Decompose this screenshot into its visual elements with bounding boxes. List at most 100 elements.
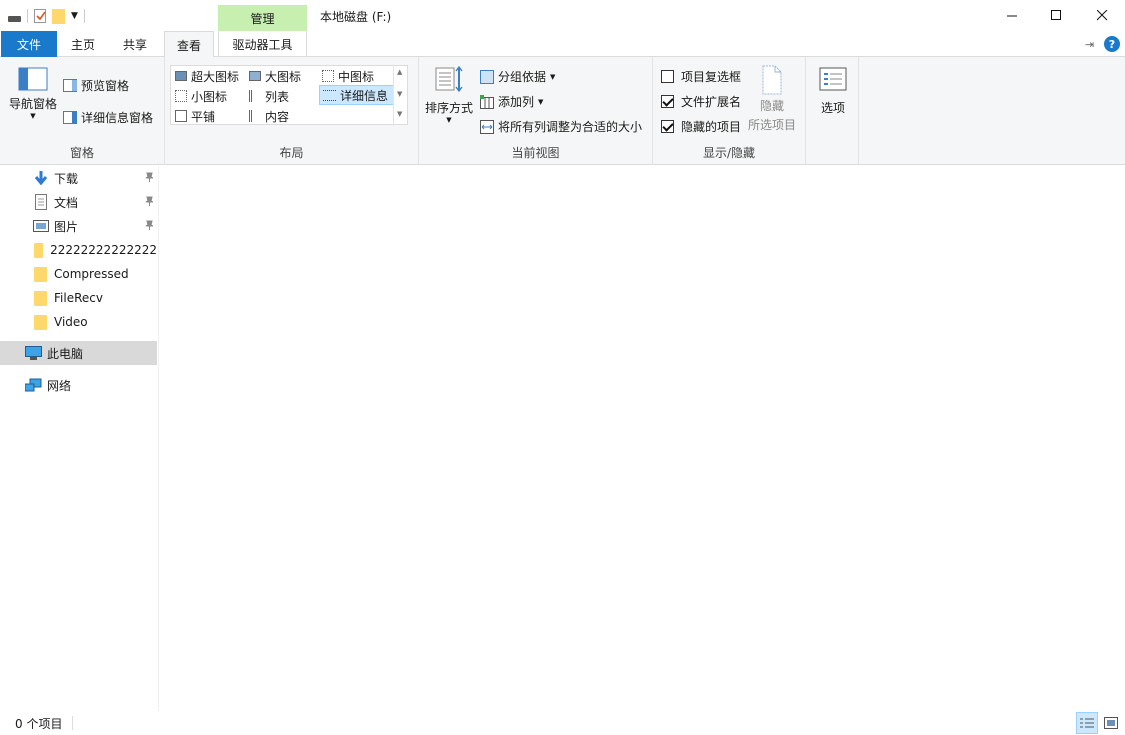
nav-item-network[interactable]: 网络	[0, 373, 157, 397]
nav-item-label: 文档	[54, 195, 79, 210]
large-icons-view-button[interactable]	[1100, 712, 1122, 734]
preview-pane-button[interactable]: 预览窗格	[63, 77, 129, 94]
nav-item-folder[interactable]: 22222222222222	[0, 238, 157, 262]
scroll-down-icon[interactable]: ▼	[397, 90, 402, 98]
tab-file[interactable]: 文件	[1, 31, 57, 57]
nav-pane-button[interactable]: 导航窗格 ▼	[8, 67, 58, 120]
new-folder-icon[interactable]	[52, 8, 65, 24]
layout-item-label: 中图标	[338, 69, 375, 84]
layout-list[interactable]: 列表	[246, 86, 318, 106]
ribbon: 导航窗格 ▼ 预览窗格 详细信息窗格 窗格 超大图标 大图标 中图标 小图标 列…	[0, 57, 1125, 165]
nav-item-compressed[interactable]: Compressed	[0, 262, 157, 286]
nav-pane-label: 导航窗格	[8, 97, 57, 111]
tab-share[interactable]: 共享	[112, 31, 158, 57]
network-icon	[25, 378, 42, 391]
group-label-current-view: 当前视图	[511, 146, 560, 160]
contextual-tab-header-label: 管理	[250, 11, 275, 26]
options-button[interactable]: 选项	[814, 67, 852, 116]
large-icons-view-icon	[1104, 717, 1118, 729]
item-checkboxes-toggle[interactable]: 项目复选框	[661, 68, 741, 85]
fit-columns-icon	[480, 119, 494, 134]
details-pane-button[interactable]: 详细信息窗格	[63, 109, 153, 126]
tab-drive-tools[interactable]: 驱动器工具	[218, 31, 307, 57]
extra-large-icons-icon	[175, 71, 187, 81]
document-icon	[35, 194, 47, 210]
folder-icon	[34, 290, 47, 306]
layout-large-icons[interactable]: 大图标	[246, 66, 318, 86]
layout-tiles[interactable]: 平铺	[172, 106, 246, 126]
maximize-icon	[1050, 9, 1061, 20]
hide-selected-icon	[762, 65, 782, 95]
toolbar-separator	[27, 9, 28, 23]
nav-item-documents[interactable]: 文档	[0, 190, 157, 214]
layout-content[interactable]: 内容	[246, 106, 318, 126]
nav-item-video[interactable]: Video	[0, 310, 157, 334]
status-bar: 0 个项目	[0, 711, 1125, 735]
pin-icon	[145, 220, 153, 230]
picture-icon	[33, 220, 49, 232]
file-extensions-label: 文件扩展名	[681, 95, 742, 109]
pin-ribbon-icon[interactable]: ⇥	[1085, 38, 1094, 51]
layout-item-label: 平铺	[191, 109, 216, 124]
add-columns-label: 添加列	[498, 95, 535, 109]
nav-pane-icon	[18, 67, 48, 91]
layout-medium-icons[interactable]: 中图标	[319, 66, 393, 86]
list-icon	[249, 90, 261, 102]
nav-item-label: FileRecv	[54, 291, 103, 305]
preview-pane-label: 预览窗格	[81, 79, 130, 93]
nav-item-downloads[interactable]: 下载	[0, 166, 157, 190]
nav-item-filerecv[interactable]: FileRecv	[0, 286, 157, 310]
nav-item-pictures[interactable]: 图片	[0, 214, 157, 238]
gallery-expand-icon[interactable]: ▼	[397, 110, 402, 118]
layout-item-label: 列表	[265, 89, 290, 104]
close-button[interactable]	[1079, 0, 1125, 30]
hide-selected-button[interactable]: 隐藏 所选项目	[745, 65, 799, 133]
details-pane-label: 详细信息窗格	[81, 111, 154, 125]
layout-extra-large-icons[interactable]: 超大图标	[172, 66, 246, 86]
help-icon[interactable]: ?	[1104, 36, 1120, 52]
nav-item-label: 图片	[54, 219, 79, 234]
tab-home[interactable]: 主页	[60, 31, 106, 57]
maximize-button[interactable]	[1033, 0, 1079, 30]
nav-item-label: 22222222222222	[50, 243, 157, 257]
gallery-scroll[interactable]: ▲ ▼ ▼	[393, 66, 407, 126]
drive-icon	[8, 16, 21, 22]
fit-columns-button[interactable]: 将所有列调整为合适的大小	[480, 118, 642, 135]
item-checkboxes-checkbox[interactable]	[661, 70, 674, 83]
small-icons-icon	[175, 90, 187, 102]
details-view-button[interactable]	[1076, 712, 1098, 734]
title-bar: ▼ 管理 本地磁盘 (F:)	[0, 0, 1125, 31]
hidden-items-toggle[interactable]: 隐藏的项目	[661, 118, 741, 135]
group-layout: 超大图标 大图标 中图标 小图标 列表 详细信息 平铺 内容 ▲ ▼ ▼ 布局	[165, 57, 419, 165]
properties-icon[interactable]	[34, 9, 46, 23]
layout-item-label: 大图标	[265, 69, 302, 84]
sort-by-label: 排序方式	[424, 101, 473, 115]
close-icon	[1096, 9, 1107, 20]
layout-small-icons[interactable]: 小图标	[172, 86, 246, 106]
nav-item-this-pc[interactable]: 此电脑	[0, 341, 157, 365]
customize-qat-icon[interactable]: ▼	[71, 11, 78, 21]
group-by-icon	[480, 69, 494, 84]
add-columns-button[interactable]: 添加列 ▼	[480, 93, 543, 110]
nav-item-label: 下载	[54, 171, 79, 186]
tiles-icon	[175, 110, 187, 122]
minimize-button[interactable]	[989, 0, 1035, 30]
hidden-items-label: 隐藏的项目	[681, 120, 742, 134]
options-icon	[819, 67, 847, 91]
scroll-up-icon[interactable]: ▲	[397, 68, 402, 76]
sort-by-button[interactable]: 排序方式 ▼	[424, 65, 474, 124]
chevron-down-icon: ▼	[30, 112, 36, 120]
quick-access-toolbar: ▼	[8, 5, 85, 27]
tab-view[interactable]: 查看	[164, 31, 214, 58]
add-columns-icon	[480, 94, 494, 109]
layout-gallery: 超大图标 大图标 中图标 小图标 列表 详细信息 平铺 内容 ▲ ▼ ▼	[170, 65, 408, 126]
hide-selected-label: 隐藏	[759, 99, 784, 113]
details-view-icon	[1080, 718, 1094, 728]
group-by-button[interactable]: 分组依据 ▼	[480, 68, 555, 85]
file-list-area[interactable]	[160, 166, 1125, 711]
file-extensions-checkbox[interactable]	[661, 95, 674, 108]
hidden-items-checkbox[interactable]	[661, 120, 674, 133]
file-extensions-toggle[interactable]: 文件扩展名	[661, 93, 741, 110]
layout-details[interactable]: 详细信息	[319, 85, 394, 105]
chevron-down-icon: ▼	[538, 97, 544, 106]
